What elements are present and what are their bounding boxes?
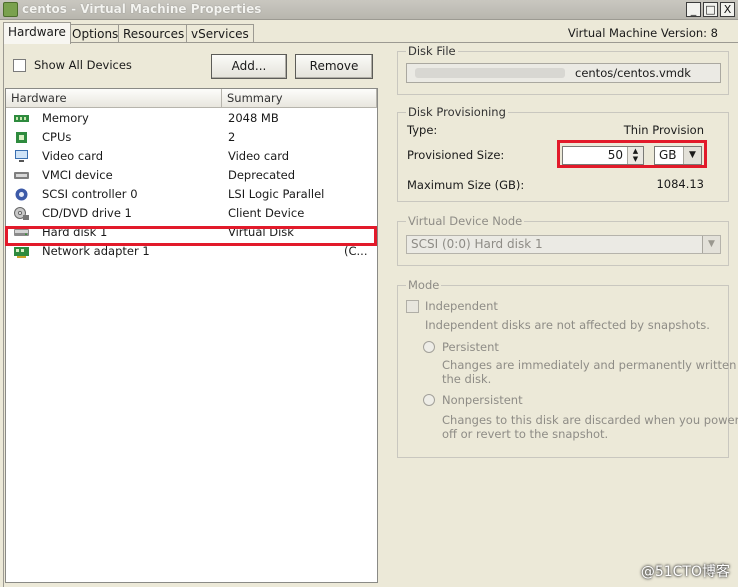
virtual-device-node-select[interactable]: SCSI (0:0) Hard disk 1 ▼	[406, 235, 721, 254]
close-button[interactable]: X	[720, 2, 735, 17]
selected-row-highlight	[5, 226, 377, 246]
persistent-description-line1: Changes are immediately and permanently …	[442, 358, 738, 372]
persistent-label: Persistent	[442, 340, 499, 354]
remove-button[interactable]: Remove	[295, 54, 373, 79]
hardware-list: Hardware Summary Memory 2048 MB CPUs 2 V…	[5, 88, 378, 583]
provisioned-size-highlight	[557, 140, 707, 168]
tab-resources[interactable]: Resources	[118, 24, 190, 43]
mode-group-title: Mode	[406, 278, 442, 292]
maximum-size-value: 1084.13	[656, 177, 704, 191]
watermark: @51CTO博客	[640, 564, 730, 580]
hardware-summary: 2048 MB	[228, 111, 279, 125]
nonpersistent-label: Nonpersistent	[442, 393, 523, 407]
independent-description: Independent disks are not affected by sn…	[425, 318, 710, 332]
hardware-name: SCSI controller 0	[42, 187, 138, 201]
hardware-name: Video card	[42, 149, 104, 163]
hardware-row-memory[interactable]: Memory 2048 MB	[6, 109, 377, 128]
vm-version-label: Virtual Machine Version: 8	[567, 26, 718, 40]
chevron-down-icon[interactable]: ▼	[702, 236, 720, 253]
persistent-radio[interactable]	[423, 341, 435, 353]
hardware-row-cd-dvd-drive[interactable]: CD/DVD drive 1 Client Device	[6, 204, 377, 223]
cpu-icon	[16, 132, 27, 143]
maximize-button[interactable]: □	[703, 2, 718, 17]
persistent-description-line2: the disk.	[442, 372, 492, 386]
tab-vservices[interactable]: vServices	[186, 24, 254, 43]
disk-provisioning-group-title: Disk Provisioning	[406, 105, 508, 119]
virtual-device-node-group: Virtual Device Node SCSI (0:0) Hard disk…	[397, 214, 729, 266]
mode-group: Mode Independent Independent disks are n…	[397, 278, 738, 458]
independent-checkbox[interactable]	[406, 300, 419, 313]
minimize-button[interactable]: _	[686, 2, 701, 17]
hardware-summary: LSI Logic Parallel	[228, 187, 325, 201]
redacted-datastore	[415, 68, 565, 78]
tab-options[interactable]: Options	[67, 24, 124, 43]
virtual-device-node-value: SCSI (0:0) Hard disk 1	[411, 237, 543, 251]
independent-label: Independent	[425, 299, 498, 313]
scsi-controller-icon	[15, 188, 28, 201]
show-all-devices-label: Show All Devices	[34, 58, 132, 72]
nonpersistent-description-line2: off or revert to the snapshot.	[442, 427, 609, 441]
hardware-name: Network adapter 1	[42, 244, 150, 258]
hardware-row-scsi-controller[interactable]: SCSI controller 0 LSI Logic Parallel	[6, 185, 377, 204]
hardware-summary: Client Device	[228, 206, 305, 220]
type-value: Thin Provision	[623, 123, 704, 137]
type-label: Type:	[407, 123, 438, 137]
hardware-name: CD/DVD drive 1	[42, 206, 132, 220]
window-title: centos - Virtual Machine Properties	[22, 2, 262, 16]
network-adapter-icon	[14, 247, 29, 258]
add-button[interactable]: Add...	[211, 54, 287, 79]
hardware-summary: 2	[228, 130, 236, 144]
hardware-name: CPUs	[42, 130, 72, 144]
hardware-summary: Deprecated	[228, 168, 296, 182]
hardware-list-header: Hardware Summary	[6, 89, 377, 108]
nonpersistent-radio[interactable]	[423, 394, 435, 406]
monitor-icon	[15, 150, 28, 162]
column-header-summary[interactable]: Summary	[222, 89, 377, 108]
cd-dvd-icon	[14, 207, 29, 220]
vmci-device-icon	[14, 172, 29, 179]
hardware-name: Memory	[42, 111, 89, 125]
provisioned-size-label: Provisioned Size:	[407, 148, 505, 162]
disk-file-group: Disk File centos/centos.vmdk	[397, 44, 729, 95]
vm-icon	[3, 2, 18, 17]
disk-file-group-title: Disk File	[406, 44, 458, 58]
hardware-name: VMCI device	[42, 168, 113, 182]
maximum-size-label: Maximum Size (GB):	[407, 178, 525, 192]
title-bar: centos - Virtual Machine Properties _ □ …	[0, 0, 738, 20]
hardware-summary: Video card	[228, 149, 290, 163]
hardware-row-video-card[interactable]: Video card Video card	[6, 147, 377, 166]
hardware-row-vmci-device[interactable]: VMCI device Deprecated	[6, 166, 377, 185]
memory-icon	[14, 115, 29, 122]
nonpersistent-description-line1: Changes to this disk are discarded when …	[442, 413, 738, 427]
disk-file-path: centos/centos.vmdk	[575, 66, 691, 80]
hardware-row-cpus[interactable]: CPUs 2	[6, 128, 377, 147]
virtual-device-node-group-title: Virtual Device Node	[406, 214, 525, 228]
column-header-hardware[interactable]: Hardware	[6, 89, 222, 108]
tab-hardware[interactable]: Hardware	[3, 22, 71, 44]
hardware-summary: (C...	[344, 244, 368, 258]
disk-file-field: centos/centos.vmdk	[406, 63, 721, 83]
show-all-devices-checkbox[interactable]	[13, 59, 26, 72]
